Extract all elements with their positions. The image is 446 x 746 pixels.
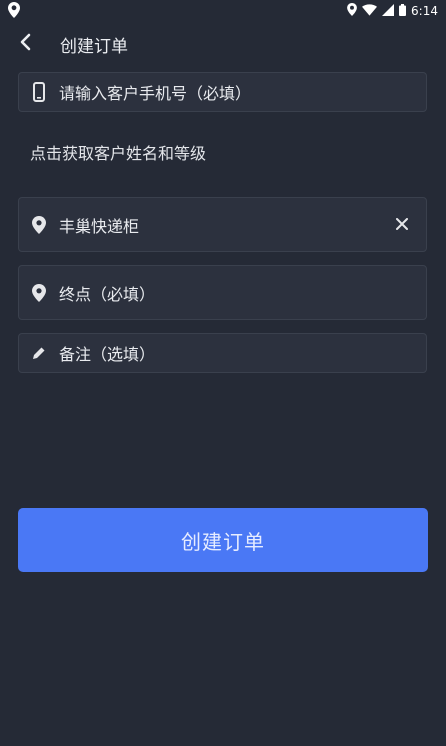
status-icons: 6:14 [347, 3, 438, 19]
app-bar: 创建订单 [0, 28, 446, 60]
start-location-value: 丰巢快递柜 [59, 216, 140, 236]
create-order-screen: 6:14 创建订单 请输入客户手机号（必填） 点击获取客户姓名和等级 丰巢快递柜… [0, 0, 446, 746]
pencil-icon [19, 346, 59, 360]
close-icon [396, 215, 408, 234]
phone-input[interactable]: 请输入客户手机号（必填） [18, 72, 427, 112]
clear-start-button[interactable] [382, 205, 422, 245]
phone-icon [19, 82, 59, 102]
get-customer-info-link[interactable]: 点击获取客户姓名和等级 [30, 140, 206, 164]
back-button[interactable] [8, 28, 42, 60]
location-icon [8, 1, 20, 21]
note-placeholder: 备注（选填） [59, 345, 156, 364]
status-bar: 6:14 [0, 0, 446, 22]
chevron-left-icon [19, 33, 31, 55]
page-title: 创建订单 [60, 36, 128, 57]
battery-icon [399, 3, 407, 19]
signal-icon [382, 3, 395, 19]
map-pin-icon [19, 283, 59, 302]
wifi-icon [362, 3, 378, 19]
map-pin-icon [19, 215, 59, 234]
location-icon [347, 3, 357, 19]
note-input[interactable]: 备注（选填） [18, 333, 427, 373]
phone-input-placeholder: 请输入客户手机号（必填） [59, 84, 252, 103]
end-location-input[interactable]: 终点（必填） [18, 265, 427, 320]
status-time: 6:14 [411, 4, 438, 18]
create-order-button[interactable]: 创建订单 [18, 508, 428, 572]
end-location-placeholder: 终点（必填） [59, 284, 156, 304]
start-location-input[interactable]: 丰巢快递柜 [18, 197, 427, 252]
